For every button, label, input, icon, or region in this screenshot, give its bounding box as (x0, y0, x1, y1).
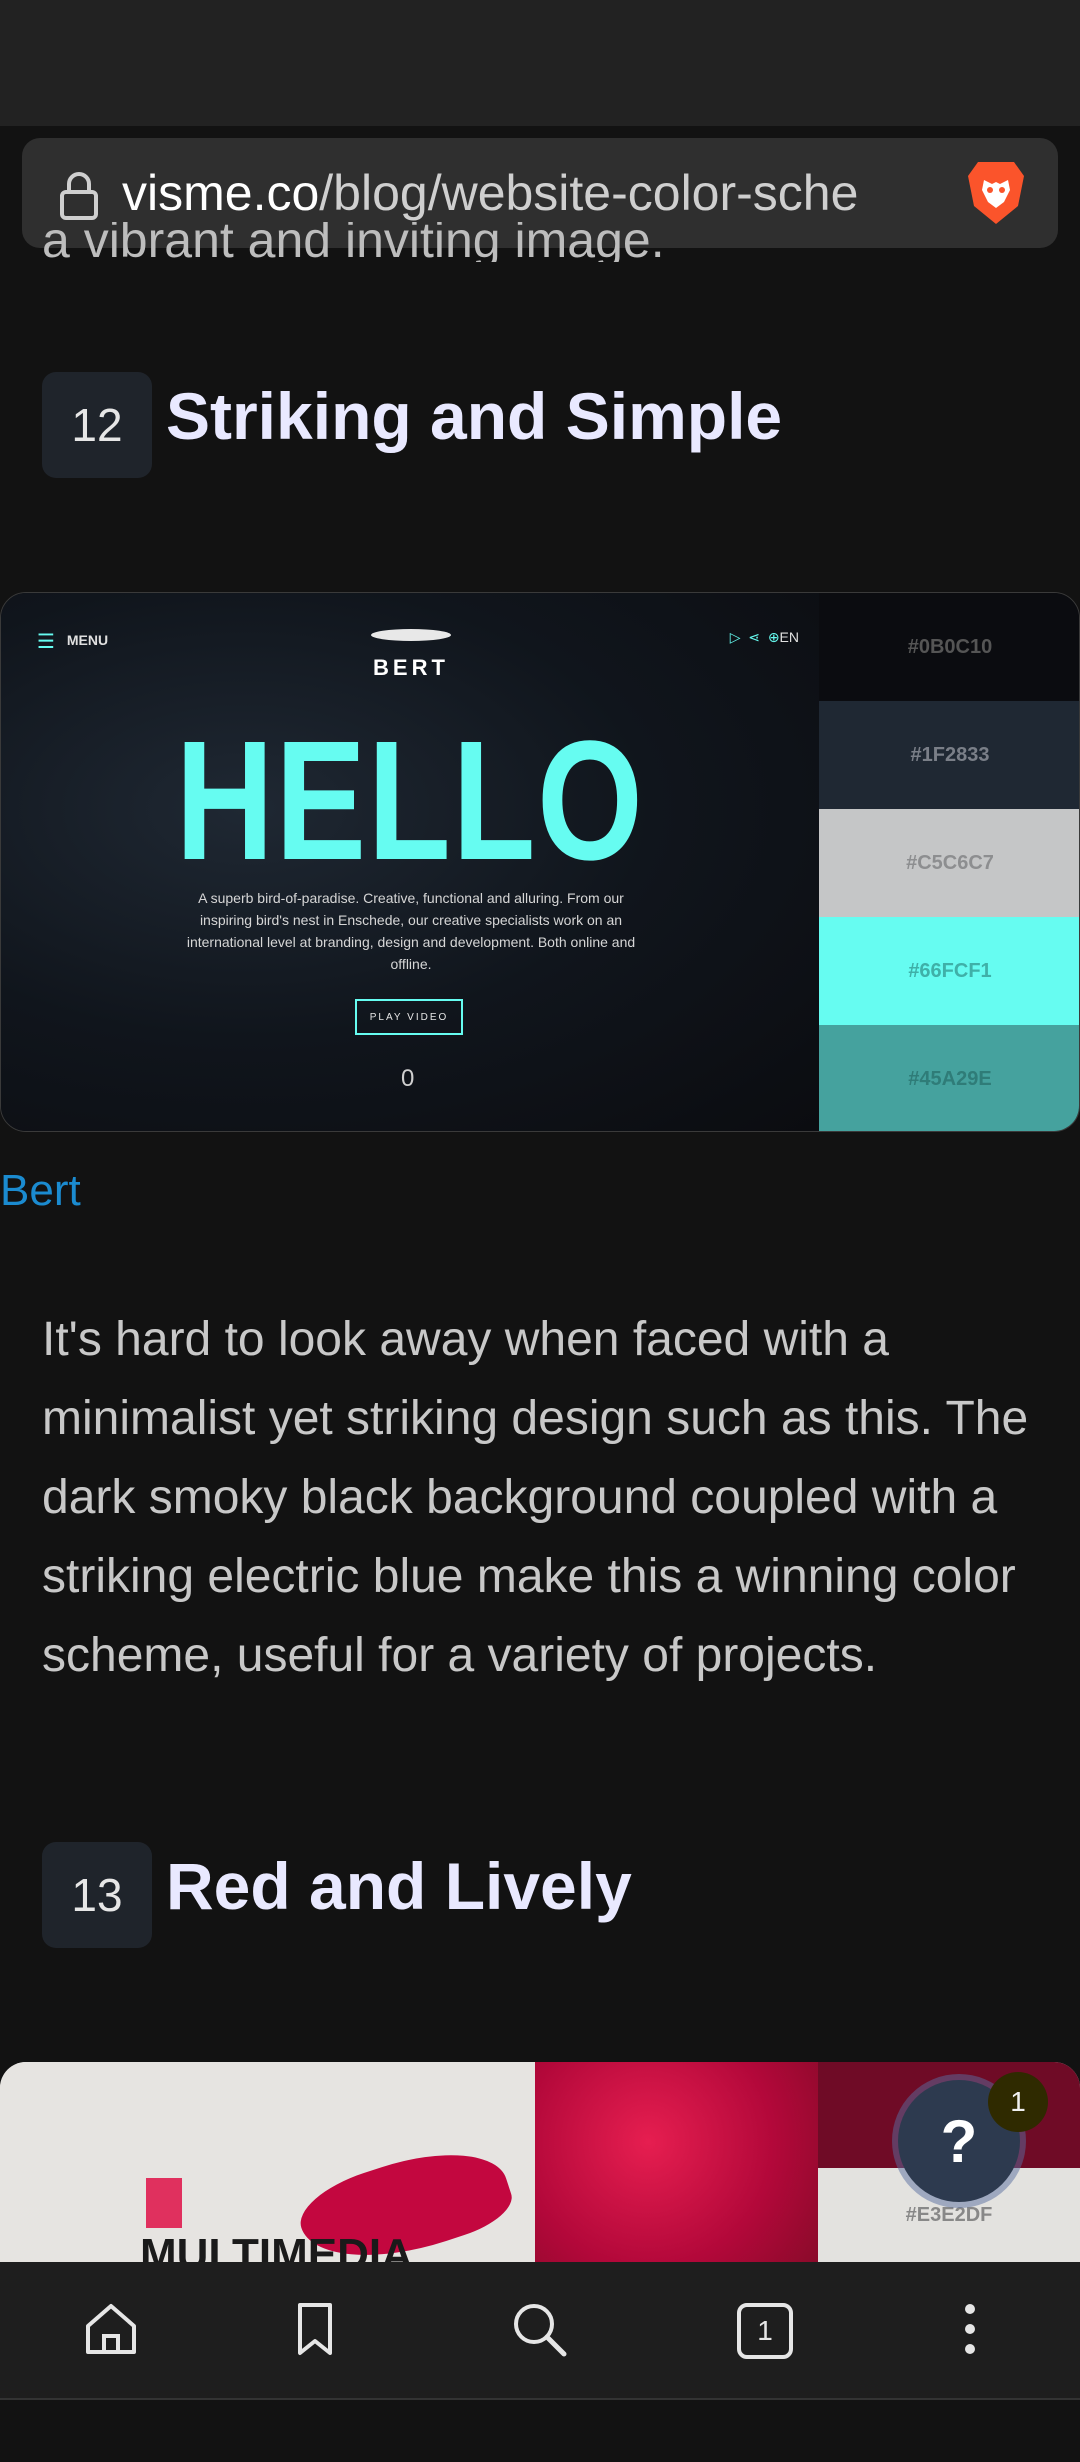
swatch: #0B0C10 (819, 593, 1079, 701)
preview-headline: HELLO (175, 706, 645, 896)
gesture-bar (0, 2398, 1080, 2462)
swatch: #66FCF1 (819, 917, 1079, 1025)
swatch: #C5C6C7 (819, 809, 1079, 917)
tabs-icon: 1 (736, 2302, 794, 2360)
preview-play-button: PLAY VIDEO (355, 999, 463, 1035)
globe-icon: ⊕ (767, 629, 780, 645)
bottom-toolbar: 1 (0, 2262, 1080, 2398)
color-scheme-image[interactable]: ☰ MENU BERT ▷ ⋖ ⊕EN HELLO A superb bird-… (0, 592, 1080, 1132)
home-icon (80, 2298, 142, 2365)
section-heading: Red and Lively (166, 1849, 632, 1923)
tabs-button[interactable]: 1 (730, 2296, 800, 2366)
brave-shields-icon[interactable] (964, 158, 1028, 233)
bird-logo-icon (371, 629, 451, 641)
bookmarks-button[interactable] (280, 2296, 350, 2366)
color-swatches: #0B0C10 #1F2833 #C5C6C7 #66FCF1 #45A29E (819, 593, 1079, 1131)
status-bar (0, 0, 1080, 126)
share-icon: ⋖ (748, 629, 761, 645)
section-number-badge: 12 (42, 372, 152, 478)
article-paragraph: It's hard to look away when faced with a… (42, 1313, 1029, 1682)
play-icon: ▷ (729, 629, 741, 645)
preview-top-icons: ▷ ⋖ ⊕EN (729, 629, 799, 645)
section-heading: Striking and Simple (166, 379, 783, 453)
more-vertical-icon (960, 2301, 980, 2362)
help-badge: 1 (988, 2072, 1048, 2132)
preview-counter: 0 (401, 1065, 415, 1092)
source-link[interactable]: Bert (0, 1166, 81, 1216)
previous-paragraph-fragment: a vibrant and inviting image. (42, 222, 665, 262)
search-button[interactable] (504, 2296, 574, 2366)
hamburger-icon: ☰ (37, 631, 55, 653)
home-button[interactable] (76, 2296, 146, 2366)
brand-logo-icon (146, 2178, 182, 2228)
website-preview: ☰ MENU BERT ▷ ⋖ ⊕EN HELLO A superb bird-… (1, 593, 819, 1131)
preview-headline: MULTIMEDIA (140, 2230, 413, 2262)
swatch: #1F2833 (819, 701, 1079, 809)
tab-count: 1 (757, 2315, 773, 2346)
swatch: #45A29E (819, 1025, 1079, 1131)
red-photo (535, 2062, 818, 2262)
url-text[interactable]: visme.co/blog/website-color-sche (122, 164, 962, 222)
section-number-badge: 13 (42, 1842, 152, 1948)
bookmark-icon (292, 2299, 338, 2364)
preview-logo: BERT (371, 623, 451, 681)
more-menu-button[interactable] (935, 2296, 1005, 2366)
preview-menu: ☰ MENU (37, 631, 109, 653)
preview-description: A superb bird-of-paradise. Creative, fun… (186, 890, 636, 972)
lock-icon (56, 170, 102, 227)
search-icon (508, 2298, 570, 2365)
